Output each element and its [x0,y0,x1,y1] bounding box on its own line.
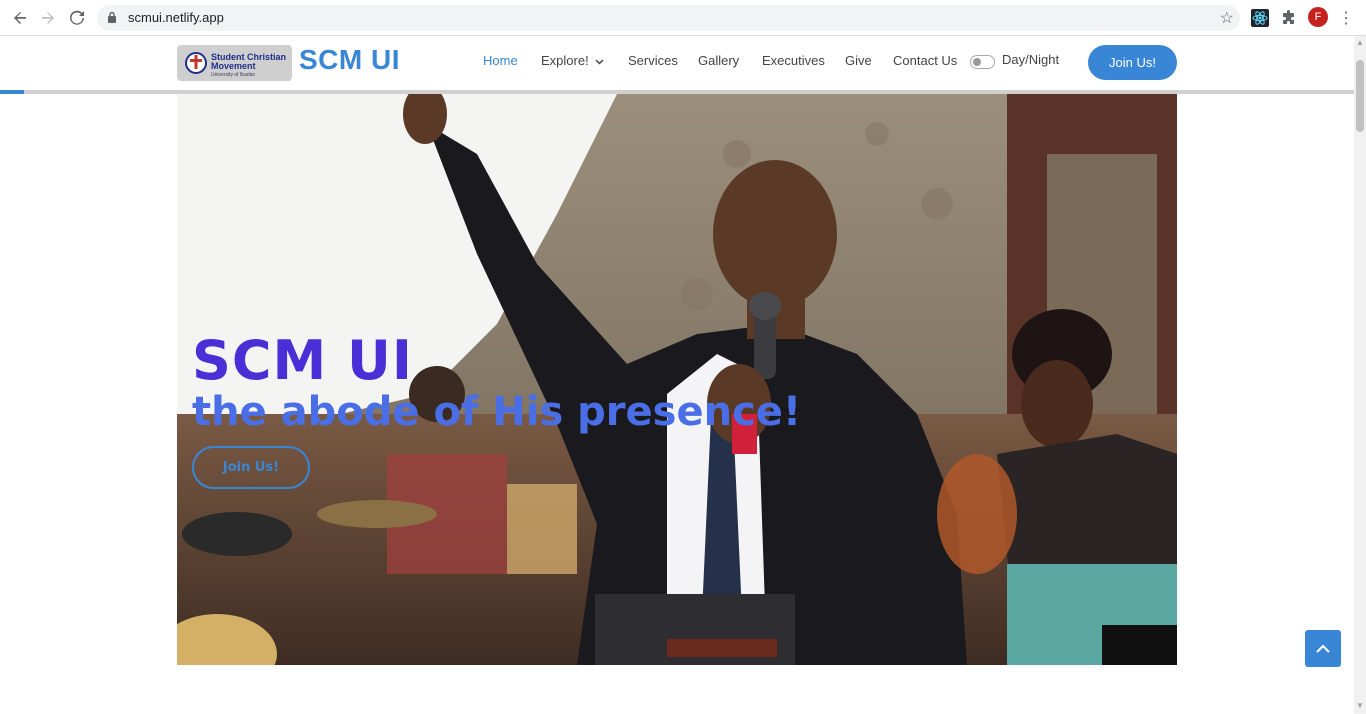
extensions-puzzle-icon[interactable] [1279,8,1299,28]
brand-title[interactable]: SCM UI [299,44,400,76]
nav-explore[interactable]: Explore! [541,53,604,68]
profile-avatar[interactable]: F [1308,7,1328,27]
scrollbar-thumb[interactable] [1356,60,1364,132]
forward-arrow-icon[interactable] [36,6,60,30]
chevron-down-icon [595,59,604,65]
page-viewport: Student Christian Movement University of… [0,36,1354,714]
hero-tagline: the abode of His presence! [192,389,802,435]
scroll-progress-fill [0,90,25,94]
scroll-up-arrow-icon[interactable]: ▲ [1356,38,1364,48]
nav-contact-us[interactable]: Contact Us [893,53,957,68]
nav-explore-label: Explore! [541,53,589,68]
hero-banner: SCM UI the abode of His presence! Join U… [177,94,1177,665]
star-icon[interactable]: ☆ [1220,8,1234,28]
hero-title: SCM UI [192,329,413,392]
logo-text-line3: University of Ibadan [211,72,256,78]
url-text: scmui.netlify.app [128,10,224,25]
hero-join-button[interactable]: Join Us! [192,446,310,489]
scroll-down-arrow-icon[interactable]: ▼ [1356,701,1364,711]
lock-icon [108,11,116,23]
nav-home[interactable]: Home [483,53,518,68]
day-night-toggle[interactable] [970,55,995,69]
site-logo[interactable]: Student Christian Movement University of… [177,45,292,81]
nav-services[interactable]: Services [628,53,678,68]
site-header: Student Christian Movement University of… [0,36,1354,94]
nav-gallery[interactable]: Gallery [698,53,739,68]
toggle-knob [973,58,981,66]
reload-icon[interactable] [65,6,89,30]
browser-toolbar: scmui.netlify.app ☆ F ⋮ [0,0,1366,36]
day-night-label: Day/Night [1002,52,1060,67]
back-to-top-button[interactable] [1305,630,1341,667]
page-scrollbar[interactable]: ▲ ▼ [1354,36,1366,714]
join-us-button[interactable]: Join Us! [1088,45,1177,80]
back-arrow-icon[interactable] [8,6,32,30]
scm-emblem-icon [185,52,207,74]
nav-give[interactable]: Give [845,53,872,68]
logo-text-line2: Movement [211,61,256,71]
nav-executives[interactable]: Executives [762,53,825,68]
chevron-up-icon [1316,644,1330,653]
menu-dots-icon[interactable]: ⋮ [1338,8,1354,28]
react-devtools-icon[interactable] [1250,8,1270,28]
address-bar[interactable]: scmui.netlify.app ☆ [97,5,1240,31]
